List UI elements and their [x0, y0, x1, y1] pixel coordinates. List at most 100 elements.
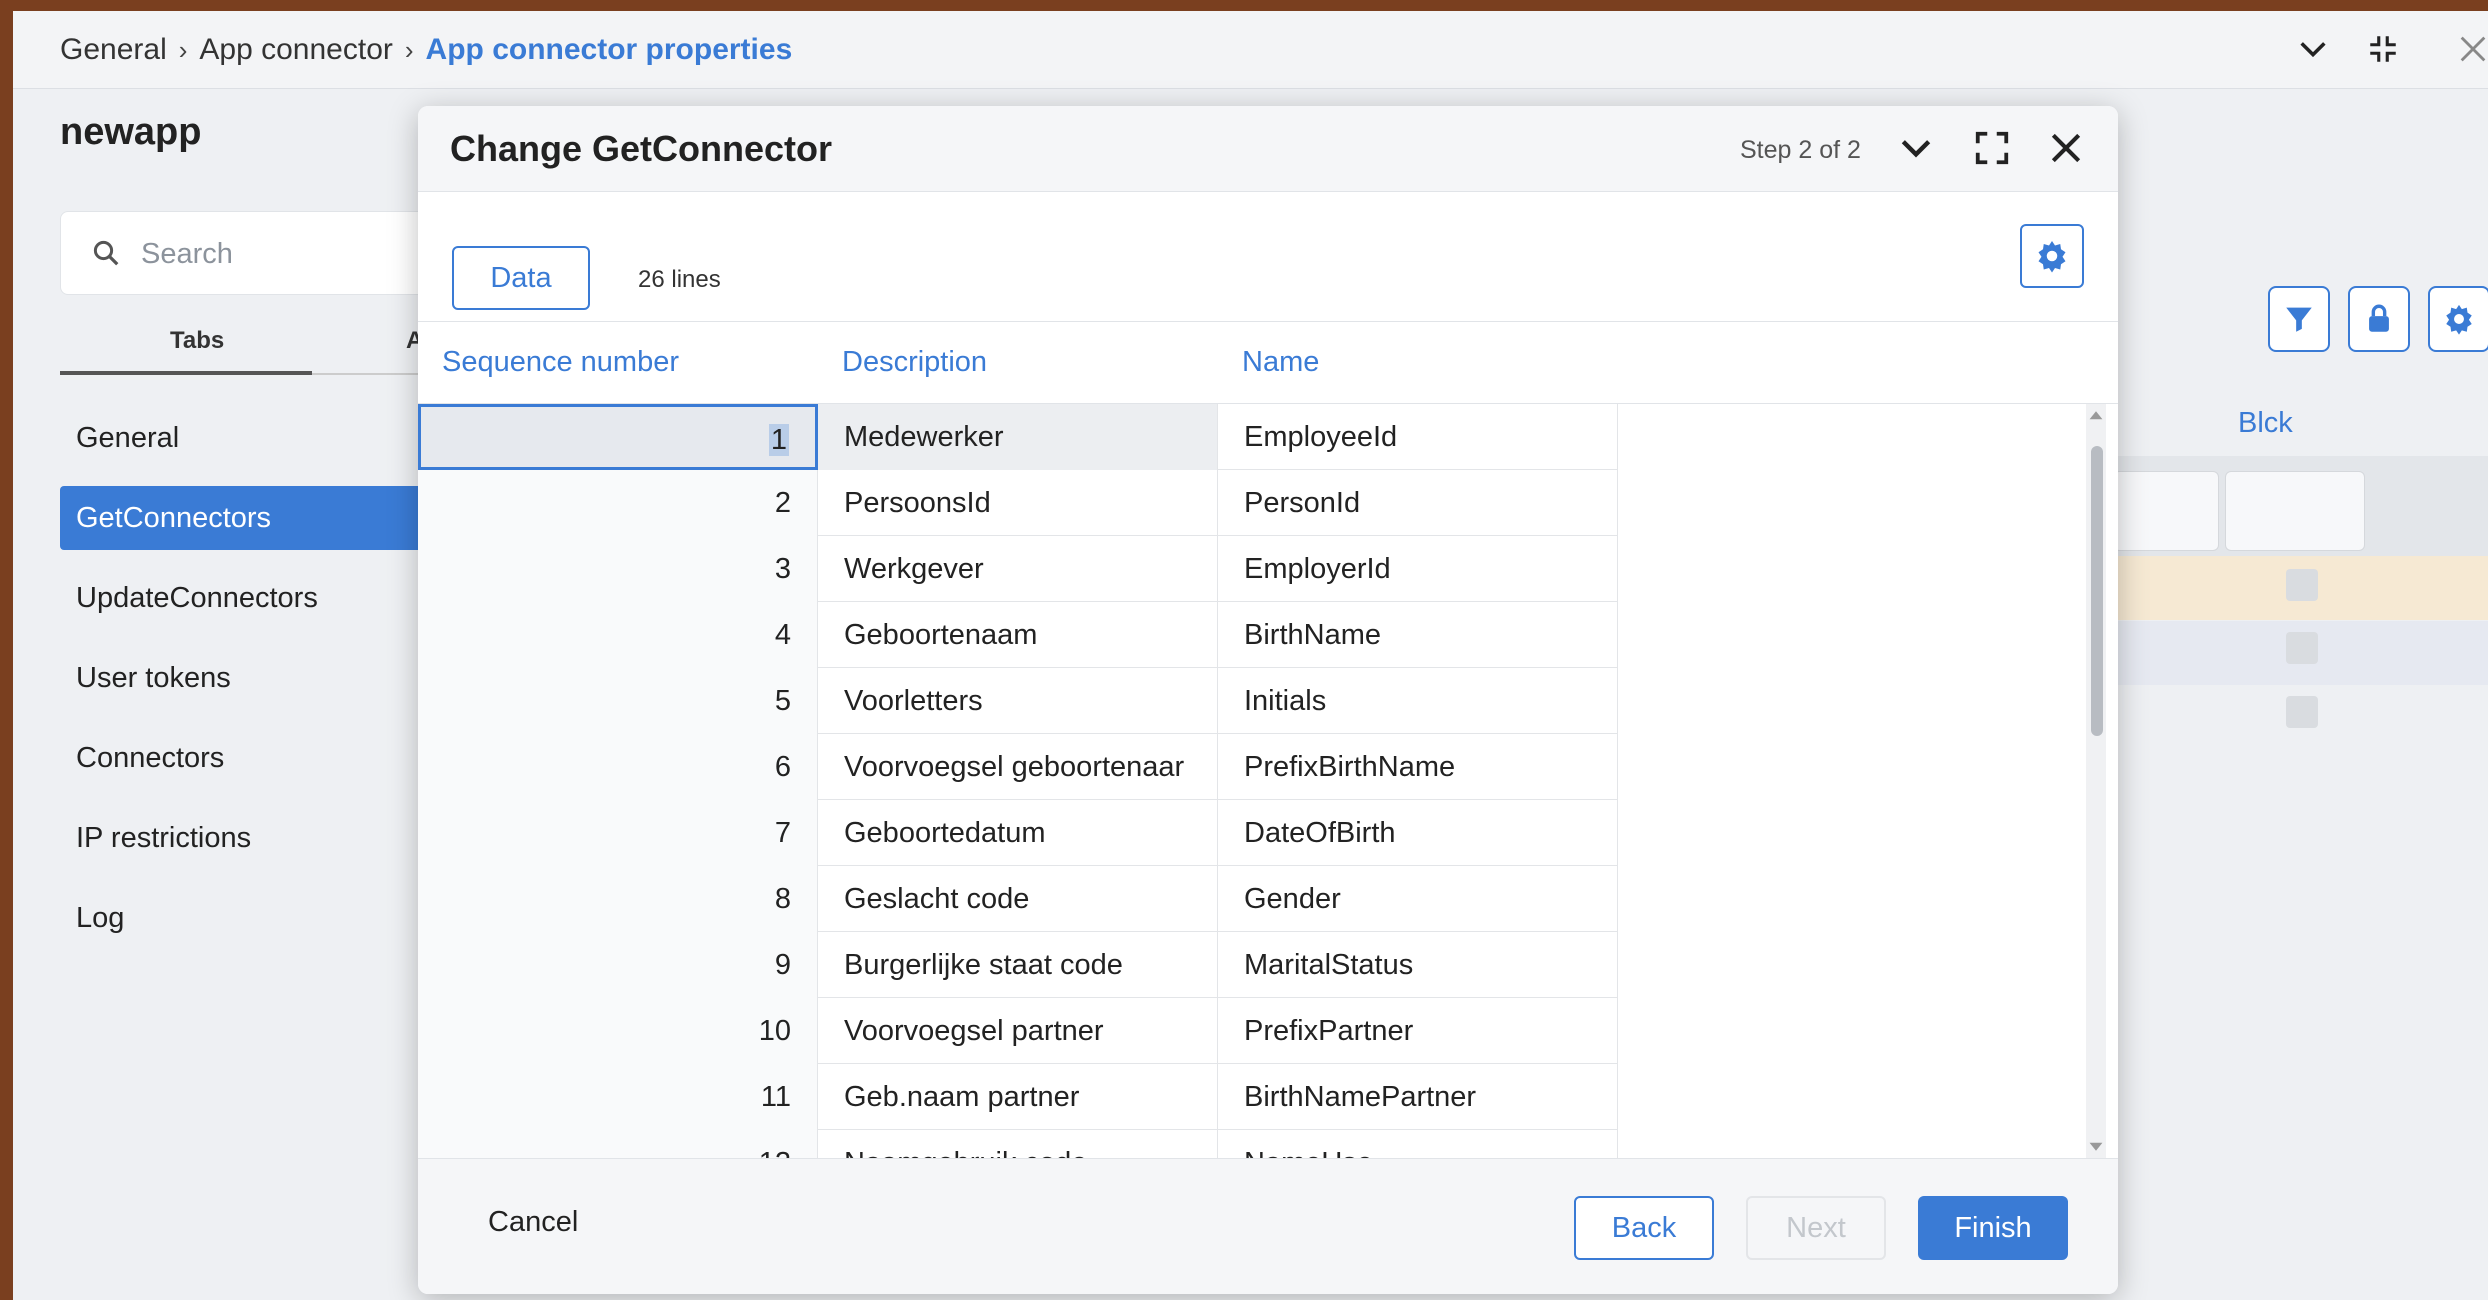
filter-button[interactable]	[2268, 286, 2330, 352]
sidebar-item-log[interactable]: Log	[60, 886, 480, 950]
sidebar-item-getconnectors[interactable]: GetConnectors	[60, 486, 480, 550]
breadcrumb-general[interactable]: General	[60, 33, 167, 67]
cell-description[interactable]: Medewerker	[818, 404, 1218, 470]
cell-name[interactable]: EmployerId	[1218, 536, 1618, 602]
cell-description[interactable]: Voorvoegsel partner	[818, 998, 1218, 1064]
cell-sequence-number[interactable]: 7	[418, 800, 818, 866]
cell-description[interactable]: Geboortenaam	[818, 602, 1218, 668]
cell-name[interactable]: Initials	[1218, 668, 1618, 734]
scroll-up-arrow-icon[interactable]	[2088, 408, 2104, 424]
chevron-down-icon	[1901, 140, 1931, 158]
dialog-collapse-button[interactable]	[1894, 126, 1938, 170]
data-grid: 1 Medewerker EmployeeId 2 PersoonsId Per…	[418, 404, 1618, 1158]
table-row[interactable]: 4 Geboortenaam BirthName	[418, 602, 1618, 668]
scrollbar-thumb[interactable]	[2091, 446, 2103, 736]
cell-sequence-number[interactable]: 1	[418, 404, 818, 470]
cell-sequence-number[interactable]: 9	[418, 932, 818, 998]
cell-name[interactable]: PrefixPartner	[1218, 998, 1618, 1064]
column-header-description[interactable]: Description	[842, 346, 987, 379]
column-header-sequence-number[interactable]: Sequence number	[442, 346, 679, 379]
dialog-close-button[interactable]	[2044, 126, 2088, 170]
cell-name[interactable]: PersonId	[1218, 470, 1618, 536]
grid-settings-button[interactable]	[2428, 286, 2488, 352]
sidebar-item-ip-restrictions[interactable]: IP restrictions	[60, 806, 480, 870]
cell-sequence-number[interactable]: 4	[418, 602, 818, 668]
sidebar-item-user-tokens[interactable]: User tokens	[60, 646, 480, 710]
sidebar-nav: General GetConnectors UpdateConnectors U…	[60, 406, 480, 966]
cell-name[interactable]: MaritalStatus	[1218, 932, 1618, 998]
breadcrumb-app-connector[interactable]: App connector	[199, 33, 392, 67]
dialog-maximize-button[interactable]	[1970, 126, 2014, 170]
cell-description[interactable]: Naamgebruik code	[818, 1130, 1218, 1158]
column-header-blck[interactable]: Blck	[2238, 407, 2293, 440]
chevron-down-icon	[2300, 42, 2326, 58]
table-row[interactable]: 2 PersoonsId PersonId	[418, 470, 1618, 536]
table-row[interactable]: 5 Voorletters Initials	[418, 668, 1618, 734]
sidebar-item-updateconnectors[interactable]: UpdateConnectors	[60, 566, 480, 630]
finish-button[interactable]: Finish	[1918, 1196, 2068, 1260]
cell-description[interactable]: Werkgever	[818, 536, 1218, 602]
blck-checkbox[interactable]	[2286, 569, 2318, 601]
cell-name[interactable]: Gender	[1218, 866, 1618, 932]
expand-icon	[1975, 131, 2009, 165]
cell-sequence-number[interactable]: 5	[418, 668, 818, 734]
sidebar-item-general[interactable]: General	[60, 406, 480, 470]
blck-checkbox[interactable]	[2286, 632, 2318, 664]
close-icon	[2460, 36, 2486, 62]
table-row[interactable]: 8 Geslacht code Gender	[418, 866, 1618, 932]
cancel-button[interactable]: Cancel	[488, 1206, 578, 1239]
cell-name[interactable]: DateOfBirth	[1218, 800, 1618, 866]
back-button[interactable]: Back	[1574, 1196, 1714, 1260]
minimize-window-button[interactable]	[2363, 29, 2403, 69]
table-row[interactable]: 1 Medewerker EmployeeId	[418, 404, 1618, 470]
breadcrumb-current: App connector properties	[425, 33, 793, 66]
cell-name[interactable]: EmployeeId	[1218, 404, 1618, 470]
lock-icon	[2369, 304, 2389, 332]
lock-button[interactable]	[2348, 286, 2410, 352]
cell-name[interactable]: PrefixBirthName	[1218, 734, 1618, 800]
app-title: newapp	[60, 111, 202, 153]
cell-sequence-number[interactable]: 2	[418, 470, 818, 536]
sidebar-item-connectors[interactable]: Connectors	[60, 726, 480, 790]
table-row[interactable]: 9 Burgerlijke staat code MaritalStatus	[418, 932, 1618, 998]
dialog-settings-button[interactable]	[2020, 224, 2084, 288]
table-row[interactable]: 10 Voorvoegsel partner PrefixPartner	[418, 998, 1618, 1064]
scroll-down-arrow-icon[interactable]	[2088, 1138, 2104, 1154]
cell-name[interactable]: NameUse	[1218, 1130, 1618, 1158]
blck-checkbox[interactable]	[2286, 696, 2318, 728]
cell-sequence-number[interactable]: 11	[418, 1064, 818, 1130]
cell-name[interactable]: BirthName	[1218, 602, 1618, 668]
cell-sequence-number[interactable]: 3	[418, 536, 818, 602]
table-row[interactable]: 7 Geboortedatum DateOfBirth	[418, 800, 1618, 866]
cell-description[interactable]: Geb.naam partner	[818, 1064, 1218, 1130]
filter-cell-blck[interactable]	[2225, 471, 2365, 551]
filter-cell[interactable]	[2113, 471, 2219, 551]
cell-sequence-number[interactable]: 12	[418, 1130, 818, 1158]
breadcrumb-separator: ›	[404, 34, 414, 65]
collapse-button[interactable]	[2293, 29, 2333, 69]
search-placeholder: Search	[141, 238, 233, 270]
tab-tabs[interactable]: Tabs	[170, 327, 224, 355]
cell-sequence-number[interactable]: 6	[418, 734, 818, 800]
search-input[interactable]: Search	[60, 211, 460, 295]
next-button[interactable]: Next	[1746, 1196, 1886, 1260]
cell-sequence-number[interactable]: 10	[418, 998, 818, 1064]
table-row[interactable]: 12 Naamgebruik code NameUse	[418, 1130, 1618, 1158]
close-window-button[interactable]	[2453, 29, 2488, 69]
table-row[interactable]: 6 Voorvoegsel geboortenaar PrefixBirthNa…	[418, 734, 1618, 800]
dialog-title: Change GetConnector	[450, 128, 833, 169]
cell-description[interactable]: Geboortedatum	[818, 800, 1218, 866]
column-header-name[interactable]: Name	[1242, 346, 1319, 379]
cell-description[interactable]: PersoonsId	[818, 470, 1218, 536]
breadcrumb: General › App connector › App connector …	[60, 33, 792, 67]
cell-description[interactable]: Geslacht code	[818, 866, 1218, 932]
cell-sequence-number[interactable]: 8	[418, 866, 818, 932]
top-bar: General › App connector › App connector …	[13, 11, 2488, 89]
cell-description[interactable]: Voorvoegsel geboortenaar	[818, 734, 1218, 800]
table-row[interactable]: 3 Werkgever EmployerId	[418, 536, 1618, 602]
cell-description[interactable]: Voorletters	[818, 668, 1218, 734]
table-row[interactable]: 11 Geb.naam partner BirthNamePartner	[418, 1064, 1618, 1130]
cell-name[interactable]: BirthNamePartner	[1218, 1064, 1618, 1130]
tab-data[interactable]: Data	[452, 246, 590, 310]
cell-description[interactable]: Burgerlijke staat code	[818, 932, 1218, 998]
